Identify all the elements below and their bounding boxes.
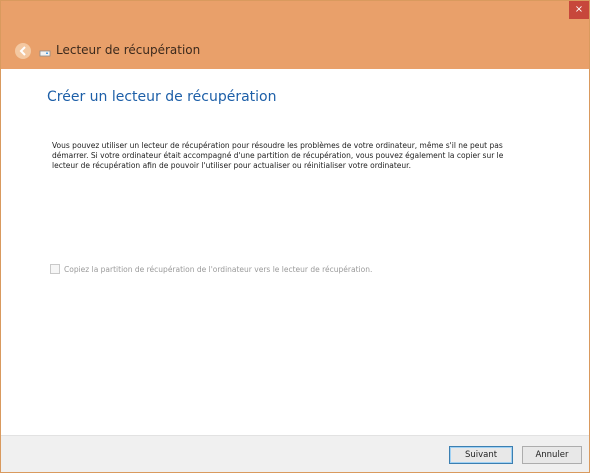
footer-bar: Suivant Annuler <box>1 435 589 472</box>
back-button[interactable] <box>15 43 31 59</box>
next-button[interactable]: Suivant <box>449 446 513 464</box>
description-text: Vous pouvez utiliser un lecteur de récup… <box>52 141 504 170</box>
content-area: Créer un lecteur de récupération Vous po… <box>1 69 589 436</box>
page-heading: Créer un lecteur de récupération <box>47 89 277 105</box>
title-bar: × Lecteur de récupération <box>1 1 589 69</box>
usb-drive-icon <box>39 50 51 57</box>
close-button[interactable]: × <box>569 1 589 19</box>
copy-partition-option[interactable]: Copiez la partition de récupération de l… <box>50 264 372 274</box>
recovery-drive-window: × Lecteur de récupération Créer un lecte… <box>0 0 590 473</box>
copy-partition-checkbox[interactable] <box>50 264 60 274</box>
window-title: Lecteur de récupération <box>56 43 201 57</box>
close-icon: × <box>574 4 584 15</box>
back-arrow-icon <box>19 46 26 56</box>
cancel-button[interactable]: Annuler <box>522 446 582 464</box>
copy-partition-label: Copiez la partition de récupération de l… <box>64 264 373 274</box>
